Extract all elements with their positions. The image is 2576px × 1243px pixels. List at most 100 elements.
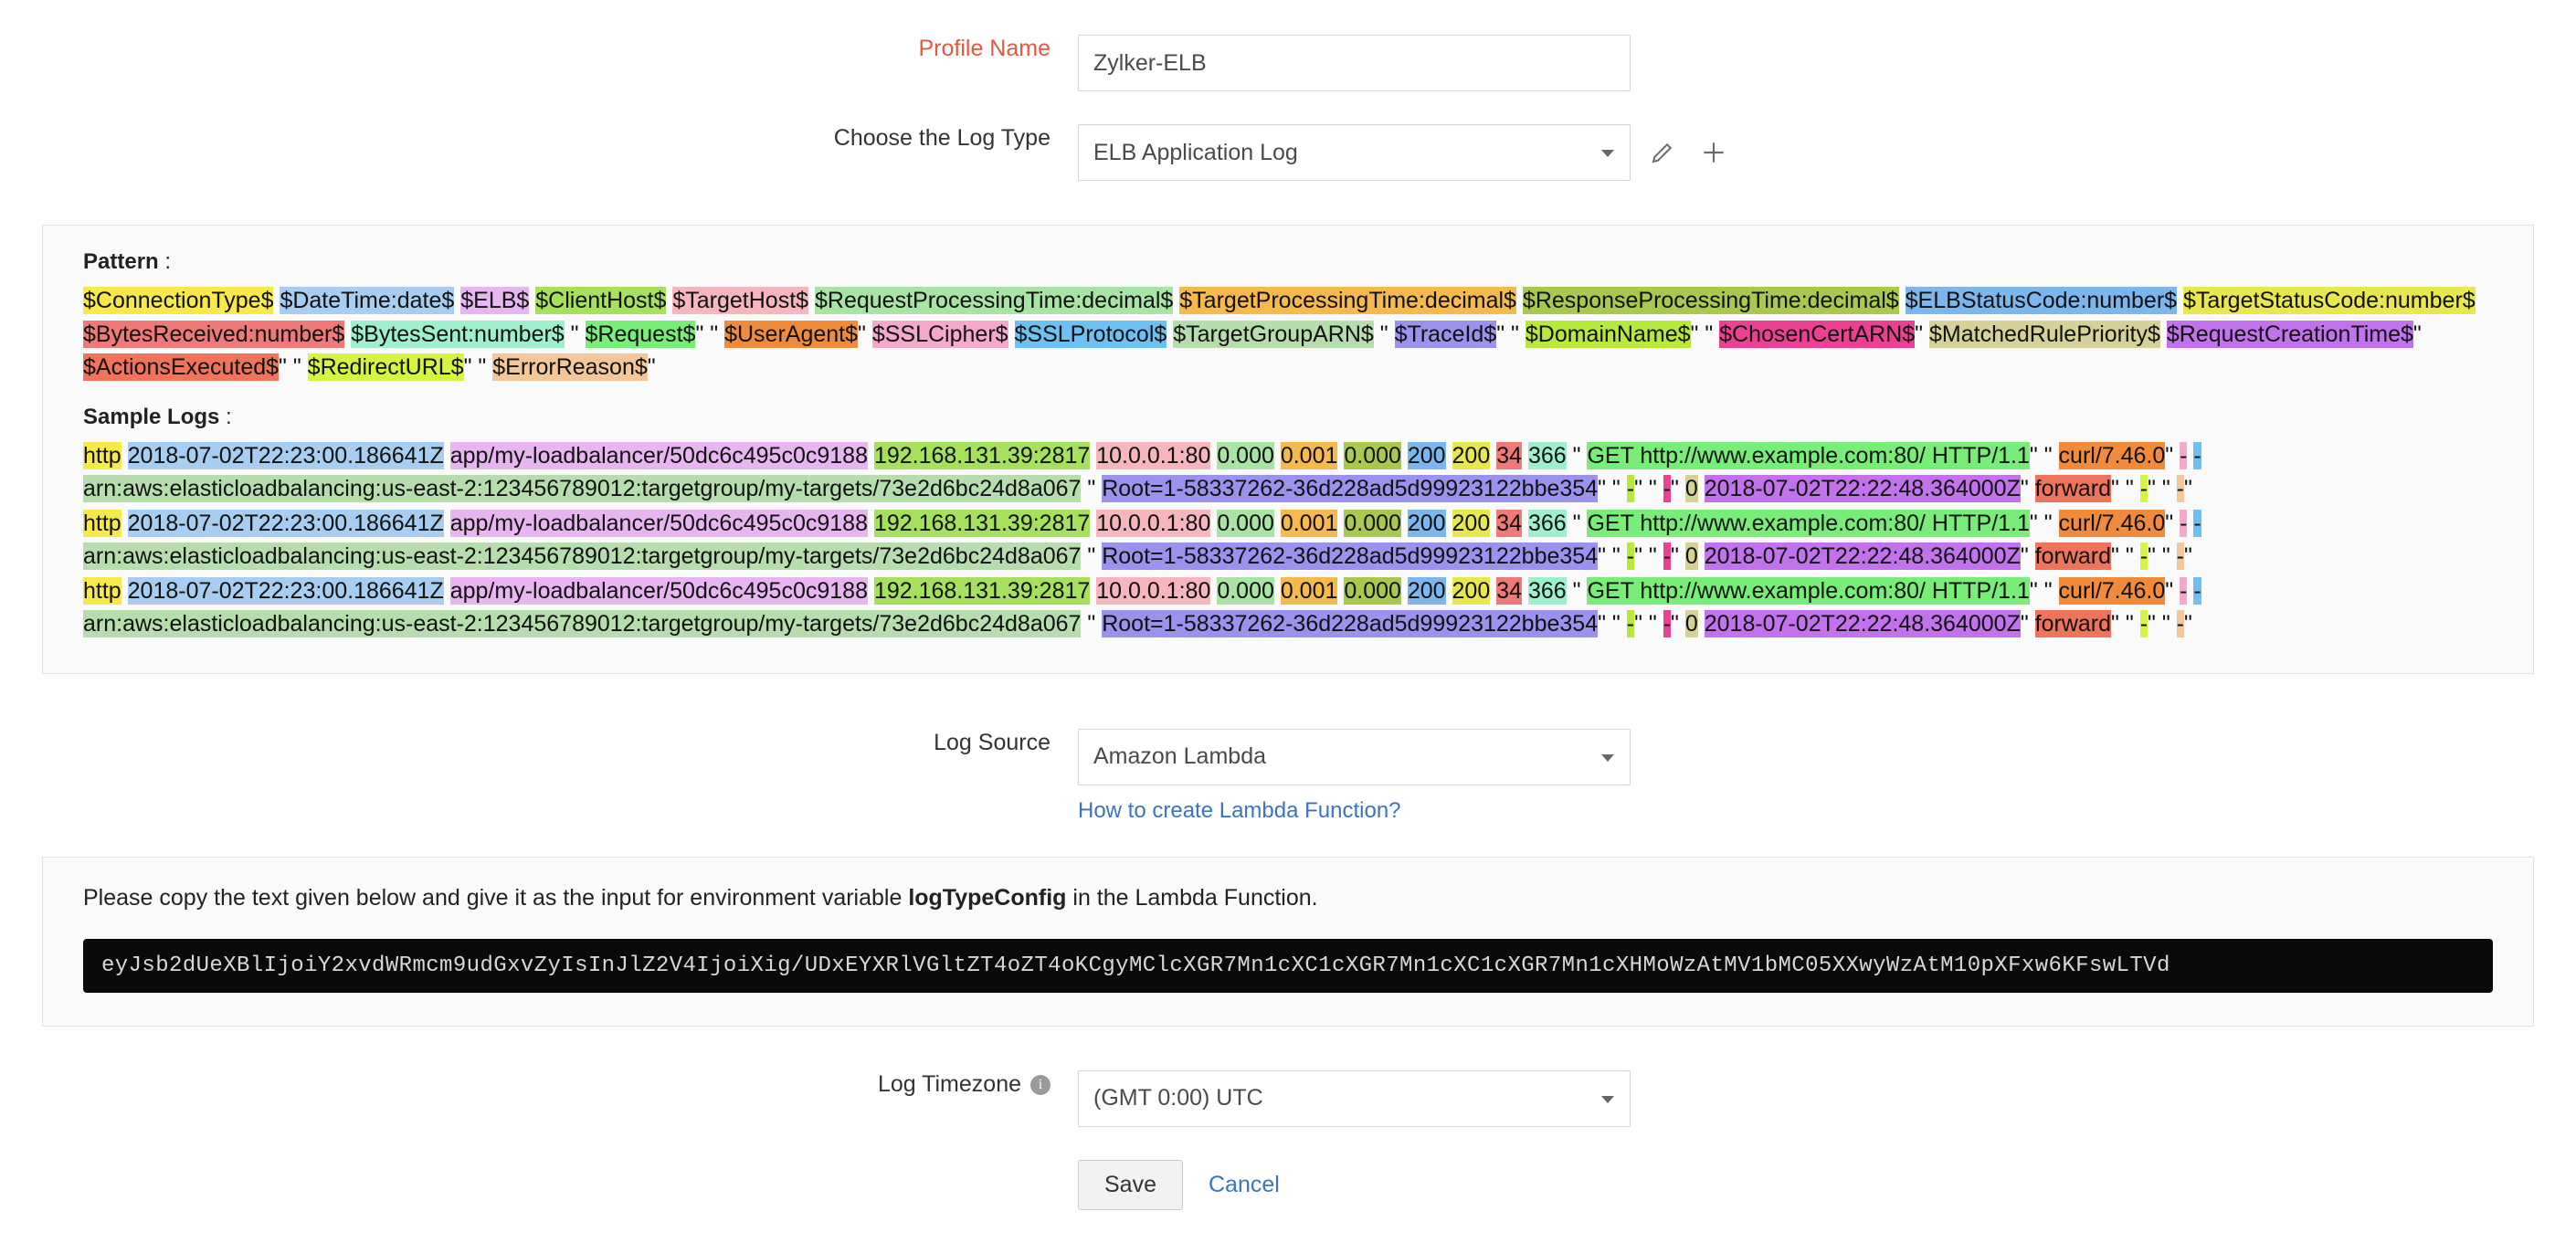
cancel-button[interactable]: Cancel <box>1209 1172 1280 1198</box>
sample-log-line: http 2018-07-02T22:23:00.186641Z app/my-… <box>83 574 2493 641</box>
log-source-select-value[interactable]: Amazon Lambda <box>1078 728 1631 785</box>
pattern-token-40: $MatchedRulePriority$ <box>1928 320 2160 348</box>
sample-log-0-token-40: 0 <box>1684 475 1698 502</box>
sample-log-1-token-37: " " <box>1634 543 1663 569</box>
info-icon[interactable]: i <box>1030 1074 1050 1095</box>
sample-log-0-token-3 <box>444 442 450 469</box>
pencil-icon[interactable] <box>1647 137 1678 168</box>
pattern-token-8: $TargetHost$ <box>672 287 809 314</box>
profile-name-input[interactable] <box>1078 35 1631 91</box>
sample-log-1-token-24: GET http://www.example.com:80/ HTTP/1.1 <box>1587 509 2030 537</box>
sample-log-1-token-21 <box>1522 510 1528 537</box>
sample-log-1-token-4: app/my-loadbalancer/50dc6c495c0c9188 <box>449 509 868 537</box>
log-type-actions <box>1647 124 1729 181</box>
sample-log-0-token-21 <box>1522 442 1528 469</box>
sample-logs-block: Sample Logs : http 2018-07-02T22:23:00.1… <box>83 405 2493 641</box>
sample-log-2-token-3 <box>444 577 450 605</box>
sample-log-0-token-6: 192.168.131.39:2817 <box>873 441 1091 469</box>
sample-log-0-token-18: 200 <box>1452 441 1491 469</box>
sample-log-1-token-47: " " <box>2148 543 2177 569</box>
footer-row: Save Cancel <box>0 1159 2576 1210</box>
sample-logs-list: http 2018-07-02T22:23:00.186641Z app/my-… <box>83 439 2493 641</box>
sample-log-2-token-32: arn:aws:elasticloadbalancing:us-east-2:1… <box>83 610 1082 637</box>
sample-log-2-token-43: " <box>2020 611 2035 637</box>
pattern-token-32: $TargetGroupARN$ <box>1173 320 1374 348</box>
lambda-note: Please copy the text given below and giv… <box>83 885 2493 911</box>
sample-logs-heading: Sample Logs : <box>83 405 2493 430</box>
pattern-heading: Pattern : <box>83 249 2493 275</box>
pattern-token-48: $ErrorReason$ <box>492 353 648 381</box>
pattern-token-30: $SSLProtocol$ <box>1014 320 1167 348</box>
sample-log-2-token-37: " " <box>1634 611 1663 637</box>
pattern-token-15 <box>1899 287 1906 314</box>
sample-log-0-token-25: " " <box>2029 442 2059 469</box>
sample-log-1-token-45: " " <box>2111 543 2140 569</box>
sample-log-2-token-1 <box>121 577 128 605</box>
log-source-row: Log Source Amazon Lambda How to create L… <box>0 728 2576 824</box>
sample-log-2-token-24: GET http://www.example.com:80/ HTTP/1.1 <box>1587 576 2030 605</box>
sample-log-1-token-43: " <box>2020 543 2035 569</box>
sample-log-1-token-14: 0.000 <box>1344 509 1401 537</box>
pattern-token-34: $TraceId$ <box>1394 320 1497 348</box>
log-source-select[interactable]: Amazon Lambda <box>1078 728 1631 785</box>
sample-log-1-token-27: " <box>2165 510 2180 536</box>
spacer-top <box>0 0 2576 22</box>
sample-log-0-token-14: 0.000 <box>1344 441 1401 469</box>
sample-log-0-token-39: " <box>1671 476 1685 501</box>
log-type-select[interactable]: ELB Application Log <box>1078 124 1631 181</box>
sample-log-2-token-2: 2018-07-02T22:23:00.186641Z <box>127 576 444 605</box>
log-source-label: Log Source <box>934 729 1050 755</box>
sample-log-line: http 2018-07-02T22:23:00.186641Z app/my-… <box>83 507 2493 574</box>
lambda-help-link[interactable]: How to create Lambda Function? <box>1078 798 1401 823</box>
sample-log-1-token-8: 10.0.0.1:80 <box>1096 509 1211 537</box>
sample-log-0-token-35: " " <box>1598 476 1627 501</box>
sample-log-0-token-33: " <box>1081 476 1103 501</box>
sample-log-0-token-11 <box>1274 442 1281 469</box>
pattern-token-29 <box>1008 321 1015 348</box>
sample-log-1-token-32: arn:aws:elasticloadbalancing:us-east-2:1… <box>83 542 1082 570</box>
pattern-token-36: $DomainName$ <box>1525 320 1691 348</box>
pattern-token-10: $RequestProcessingTime:decimal$ <box>815 287 1174 314</box>
log-source-control: Amazon Lambda How to create Lambda Funct… <box>1078 728 1631 824</box>
pattern-token-18: $TargetStatusCode:number$ <box>2183 287 2476 314</box>
pattern-token-23: " <box>564 321 586 347</box>
sample-log-0-token-23: " <box>1566 442 1588 469</box>
sample-log-0-token-1 <box>121 442 128 469</box>
log-type-label: Choose the Log Type <box>833 125 1050 151</box>
button-row: Save Cancel <box>1078 1159 1280 1210</box>
sample-log-1-token-39: " <box>1671 543 1685 569</box>
log-timezone-row: Log Timezone i (GMT 0:00) UTC <box>0 1069 2576 1127</box>
sample-log-0-token-30: - <box>2193 441 2201 469</box>
pattern-token-49: " <box>647 354 656 380</box>
sample-log-0-token-5 <box>868 442 874 469</box>
pattern-token-37: " " <box>1690 321 1720 347</box>
plus-icon[interactable] <box>1698 137 1729 168</box>
sample-log-2-token-4: app/my-loadbalancer/50dc6c495c0c9188 <box>449 576 868 605</box>
save-button[interactable]: Save <box>1078 1159 1183 1210</box>
sample-log-2-token-35: " " <box>1598 611 1627 637</box>
sample-log-2-token-33: " <box>1081 611 1103 637</box>
lambda-config-panel: Please copy the text given below and giv… <box>42 856 2534 1027</box>
sample-logs-heading-rest: : <box>219 404 232 429</box>
sample-log-2-token-21 <box>1522 577 1528 605</box>
sample-log-2-token-10: 0.000 <box>1217 576 1274 605</box>
log-type-config-token[interactable]: eyJsb2dUeXBlIjoiY2xvdWRmcm9udGxvZyIsInJl… <box>83 938 2493 993</box>
footer-actions: Save Cancel <box>1078 1159 1280 1210</box>
pattern-token-43: " <box>2412 321 2422 347</box>
sample-log-2-token-6: 192.168.131.39:2817 <box>873 576 1091 605</box>
sample-log-1-token-20: 34 <box>1496 509 1523 537</box>
log-type-select-value[interactable]: ELB Application Log <box>1078 124 1631 181</box>
log-timezone-select-value[interactable]: (GMT 0:00) UTC <box>1078 1069 1631 1127</box>
pattern-token-39: " <box>1915 321 1929 347</box>
log-timezone-select[interactable]: (GMT 0:00) UTC <box>1078 1069 1631 1127</box>
sample-log-2-token-34: Root=1-58337262-36d228ad5d99923122bbe354 <box>1102 610 1599 637</box>
chevron-down-icon <box>1601 753 1614 762</box>
pattern-token-2: $DateTime:date$ <box>280 287 455 314</box>
sample-log-0-token-10: 0.000 <box>1217 441 1274 469</box>
sample-log-1-token-35: " " <box>1598 543 1627 569</box>
sample-log-2-token-36: - <box>1626 610 1635 637</box>
sample-log-1-token-17 <box>1446 510 1452 537</box>
pattern-heading-bold: Pattern <box>83 249 159 274</box>
pattern-token-4: $ELB$ <box>460 287 530 314</box>
